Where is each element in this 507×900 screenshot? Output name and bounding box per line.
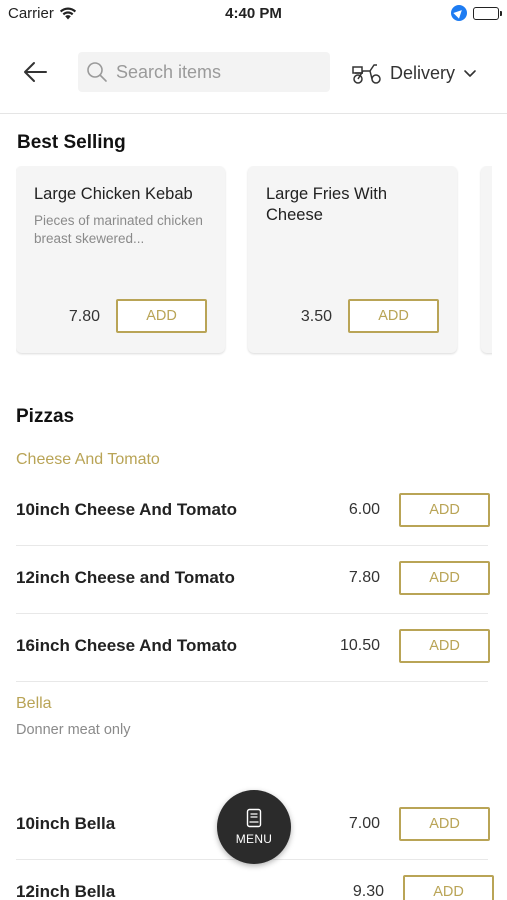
add-button[interactable]: ADD — [399, 807, 490, 841]
best-selling-card[interactable]: Large Fries With Cheese 3.50 ADD — [248, 166, 457, 353]
back-button[interactable] — [20, 56, 52, 88]
menu-item-name: 12inch Bella — [16, 882, 116, 900]
status-right — [451, 5, 502, 21]
menu-item-name: 10inch Bella — [16, 814, 116, 833]
best-selling-carousel[interactable]: Large Chicken Kebab Pieces of marinated … — [16, 166, 492, 356]
best-selling-title: Best Selling — [17, 132, 126, 153]
menu-item-name: 10inch Cheese And Tomato — [16, 500, 238, 519]
best-selling-card-partial[interactable] — [481, 166, 492, 353]
status-bar: Carrier 4:40 PM — [0, 0, 507, 30]
menu-item-name: 16inch Cheese And Tomato — [16, 636, 238, 655]
menu-fab-button[interactable]: MENU — [217, 790, 291, 864]
location-icon — [451, 5, 467, 21]
add-button[interactable]: ADD — [399, 629, 490, 663]
group-name: Cheese And Tomato — [16, 451, 160, 468]
card-item-name: Large Fries With Cheese — [266, 185, 388, 224]
menu-fab-label: MENU — [235, 832, 273, 846]
scooter-icon — [352, 64, 381, 84]
menu-item-price: 7.80 — [348, 569, 380, 586]
add-button[interactable]: ADD — [399, 561, 490, 595]
add-button[interactable]: ADD — [399, 493, 490, 527]
menu-item-row[interactable]: 12inch Cheese and Tomato 7.80 ADD — [16, 546, 490, 614]
delivery-selector[interactable]: Delivery — [352, 58, 477, 88]
back-arrow-icon — [24, 62, 47, 82]
status-time: 4:40 PM — [225, 5, 282, 22]
category-title: Pizzas — [16, 406, 75, 427]
card-item-description: Pieces of marinated chicken breast skewe… — [34, 213, 203, 246]
menu-book-icon — [246, 808, 262, 828]
group-name: Bella — [16, 695, 52, 712]
menu-item-row[interactable]: 12inch Bella 9.30 ADD — [16, 860, 494, 900]
add-button[interactable]: ADD — [403, 875, 494, 900]
menu-item-row[interactable]: 10inch Cheese And Tomato 6.00 ADD — [16, 478, 490, 546]
battery-icon — [473, 6, 502, 20]
best-selling-card[interactable]: Large Chicken Kebab Pieces of marinated … — [16, 166, 225, 353]
card-item-name: Large Chicken Kebab — [34, 185, 193, 203]
group-description: Donner meat only — [16, 722, 131, 738]
menu-item-price: 9.30 — [352, 883, 384, 900]
search-input[interactable] — [116, 61, 316, 83]
delivery-label: Delivery — [390, 62, 456, 83]
card-item-price: 3.50 — [300, 308, 332, 325]
chevron-down-icon — [464, 70, 476, 77]
menu-item-row[interactable]: 16inch Cheese And Tomato 10.50 ADD — [16, 614, 490, 682]
menu-item-price: 10.50 — [339, 637, 380, 654]
header: Delivery — [0, 30, 507, 114]
card-item-price: 7.80 — [68, 308, 100, 325]
add-button[interactable]: ADD — [116, 299, 207, 333]
menu-item-price: 7.00 — [348, 815, 380, 832]
add-button[interactable]: ADD — [348, 299, 439, 333]
menu-item-name: 12inch Cheese and Tomato — [16, 568, 235, 587]
search-icon — [87, 62, 107, 82]
search-box[interactable] — [78, 52, 330, 92]
menu-item-price: 6.00 — [348, 501, 380, 518]
